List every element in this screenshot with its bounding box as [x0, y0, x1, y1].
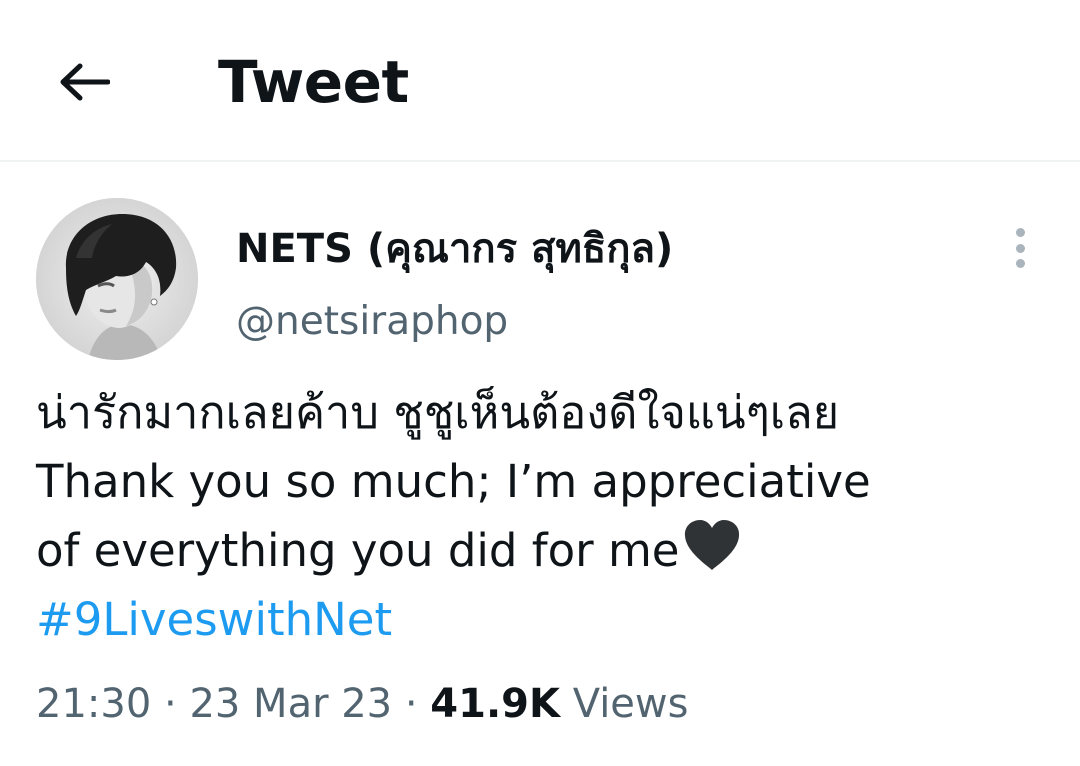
tweet-time[interactable]: 21:30	[36, 681, 151, 727]
top-app-bar: Tweet	[0, 0, 1080, 162]
tweet-text-line-with-emoji: of everything you did for me	[36, 516, 1046, 585]
author-handle[interactable]: @netsiraphop	[236, 297, 508, 347]
tweet-text-line: Thank you so much; I’m appreciative	[36, 455, 871, 508]
more-vertical-icon-dot-2	[1015, 243, 1025, 253]
tweet-text-line: น่ารักมากเลยค้าบ ชูชูเห็นต้องดีใจแน่ๆเลย	[36, 386, 840, 439]
black-heart-icon	[684, 520, 739, 570]
views-count[interactable]: 41.9K	[430, 681, 560, 727]
tweet-text: น่ารักมากเลยค้าบ ชูชูเห็นต้องดีใจแน่ๆเลย…	[36, 378, 1046, 654]
arrow-left-icon	[60, 63, 110, 101]
separator-dot: ·	[164, 681, 177, 727]
hashtag-link[interactable]: #9LiveswithNet	[36, 585, 1046, 654]
more-vertical-icon	[1015, 228, 1025, 237]
avatar[interactable]	[36, 198, 198, 360]
tweet-date[interactable]: 23 Mar 23	[189, 681, 392, 727]
back-button[interactable]	[52, 50, 116, 114]
views-label: Views	[572, 681, 689, 727]
separator-dot: ·	[404, 681, 418, 727]
page-title: Tweet	[218, 48, 409, 116]
more-options-button[interactable]	[1002, 226, 1038, 270]
profile-avatar	[36, 198, 198, 360]
more-vertical-icon-dot-3	[1015, 259, 1025, 268]
tweet-text-line: of everything you did for me	[36, 524, 680, 577]
tweet-metadata: 21:30 · 23 Mar 23 · 41.9K Views	[36, 678, 688, 730]
author-display-name[interactable]: NETS (คุณากร สุทธิกุล)	[236, 224, 673, 274]
